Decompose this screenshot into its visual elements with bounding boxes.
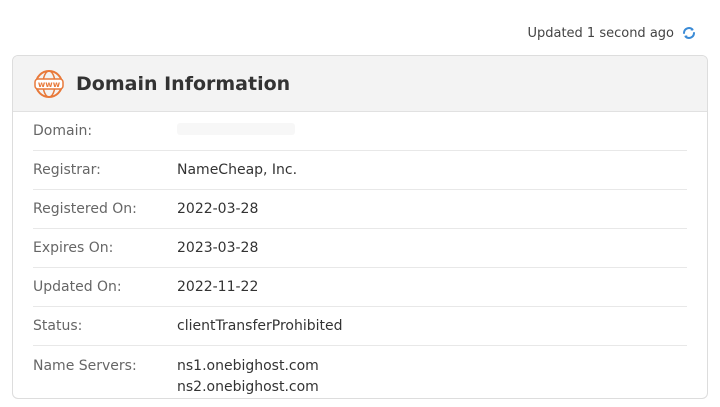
- domain-info-table: Domain: Registrar: NameCheap, Inc. Regis…: [13, 112, 707, 398]
- status-row: Status: clientTransferProhibited: [33, 307, 687, 346]
- name-server-2: ns2.onebighost.com: [177, 379, 319, 395]
- registered-on-label: Registered On:: [33, 201, 137, 217]
- expires-on-label: Expires On:: [33, 240, 114, 256]
- registered-on-row: Registered On: 2022-03-28: [33, 190, 687, 229]
- status-label: Status:: [33, 318, 83, 334]
- expires-on-value: 2023-03-28: [177, 240, 259, 256]
- updated-on-label: Updated On:: [33, 279, 122, 295]
- last-updated-indicator: Updated 1 second ago: [527, 24, 698, 42]
- name-server-1: ns1.onebighost.com: [177, 358, 319, 374]
- redacted-domain-value: [177, 123, 295, 135]
- card-title: Domain Information: [76, 72, 291, 95]
- refresh-icon[interactable]: [680, 24, 698, 42]
- name-servers-label: Name Servers:: [33, 358, 137, 374]
- registrar-row: Registrar: NameCheap, Inc.: [33, 151, 687, 190]
- last-updated-text: Updated 1 second ago: [527, 25, 674, 41]
- status-value: clientTransferProhibited: [177, 318, 343, 334]
- domain-label: Domain:: [33, 123, 93, 139]
- registrar-value: NameCheap, Inc.: [177, 162, 298, 178]
- svg-text:www: www: [38, 80, 61, 89]
- card-header: www Domain Information: [13, 56, 707, 112]
- domain-value: [177, 123, 295, 139]
- name-servers-row: Name Servers: ns1.onebighost.com ns2.one…: [33, 346, 687, 398]
- name-servers-value: ns1.onebighost.com ns2.onebighost.com: [177, 356, 319, 398]
- expires-on-row: Expires On: 2023-03-28: [33, 229, 687, 268]
- updated-on-row: Updated On: 2022-11-22: [33, 268, 687, 307]
- www-globe-icon: www: [33, 68, 65, 100]
- domain-information-card: www Domain Information Domain: Registrar…: [12, 55, 708, 399]
- registrar-label: Registrar:: [33, 162, 101, 178]
- updated-on-value: 2022-11-22: [177, 279, 259, 295]
- registered-on-value: 2022-03-28: [177, 201, 259, 217]
- domain-row: Domain:: [33, 112, 687, 151]
